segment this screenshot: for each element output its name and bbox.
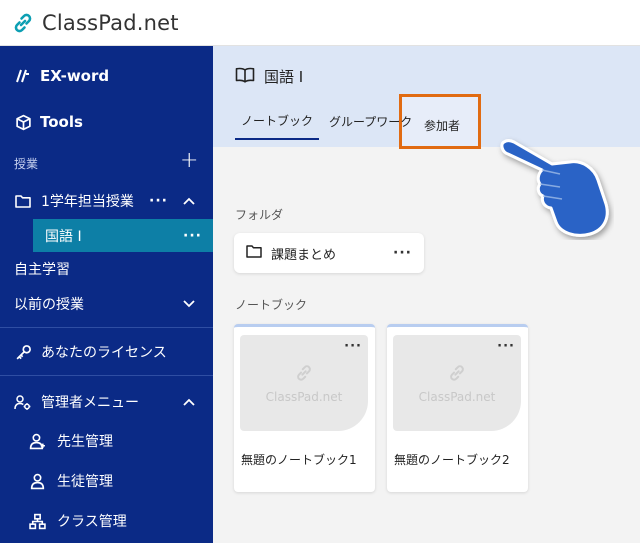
chevron-down-icon[interactable] xyxy=(183,296,195,312)
course-tabs: ノートブック グループワーク xyxy=(235,110,422,140)
class-structure-icon xyxy=(28,512,46,530)
sidebar-item-label: あなたのライセンス xyxy=(41,345,167,361)
course-group-more-button[interactable]: ··· xyxy=(149,193,168,209)
sidebar-item-label: Tools xyxy=(40,113,83,131)
app-logo-text: ClassPad.net xyxy=(42,10,179,35)
notebook-thumbnail: ··· ClassPad.net xyxy=(240,335,368,431)
sidebar-item-label: 生徒管理 xyxy=(57,474,113,490)
sidebar-item-label: EX-word xyxy=(40,67,110,85)
chevron-up-icon[interactable] xyxy=(183,193,195,209)
exword-icon xyxy=(14,67,32,85)
classes-section-header: 授業 + xyxy=(0,148,213,176)
sidebar-item-label: 1学年担当授業 xyxy=(41,194,134,210)
sidebar-divider xyxy=(0,327,213,328)
notebook-title: 無題のノートブック2 xyxy=(394,453,510,467)
notebook-more-button[interactable]: ··· xyxy=(497,339,515,354)
folder-card[interactable]: 課題まとめ ··· xyxy=(234,233,424,273)
course-more-button[interactable]: ··· xyxy=(183,228,202,244)
sidebar-item-past-classes[interactable]: 以前の授業 xyxy=(0,290,213,318)
sidebar-divider xyxy=(0,375,213,376)
sidebar-item-license[interactable]: あなたのライセンス xyxy=(0,338,213,366)
notebook-card[interactable]: ··· ClassPad.net 無題のノートブック1 xyxy=(234,324,375,492)
add-class-button[interactable]: + xyxy=(180,148,198,173)
course-title-text: 国語 I xyxy=(264,68,304,86)
sidebar-item-label: 自主学習 xyxy=(14,262,70,278)
notebook-thumbnail: ··· ClassPad.net xyxy=(393,335,521,431)
cube-icon xyxy=(14,113,32,131)
link-watermark-icon xyxy=(294,363,314,386)
sidebar-item-label: 以前の授業 xyxy=(14,297,84,313)
classes-section-label: 授業 xyxy=(14,156,39,171)
sidebar-item-exword[interactable]: EX-word xyxy=(0,62,213,90)
sidebar-item-student-management[interactable]: 生徒管理 xyxy=(0,467,213,495)
folder-more-button[interactable]: ··· xyxy=(393,245,412,261)
chevron-up-icon[interactable] xyxy=(183,394,195,410)
sidebar-item-kokugo[interactable]: 国語 I ··· xyxy=(33,219,213,252)
admin-user-gear-icon xyxy=(14,393,32,411)
course-title: 国語 I xyxy=(235,66,303,87)
teacher-user-icon xyxy=(28,432,46,450)
folder-name: 課題まとめ xyxy=(271,247,337,263)
book-icon xyxy=(235,67,255,87)
sidebar-item-label: クラス管理 xyxy=(57,514,127,530)
sidebar-item-class-management[interactable]: クラス管理 xyxy=(0,507,213,535)
sidebar-item-label: 先生管理 xyxy=(57,434,113,450)
notebook-title: 無題のノートブック1 xyxy=(241,453,357,467)
sidebar-item-course-group[interactable]: 1学年担当授業 ··· xyxy=(0,187,213,215)
sidebar-item-tools[interactable]: Tools xyxy=(0,108,213,136)
folder-icon xyxy=(246,244,262,262)
sidebar-item-teacher-management[interactable]: 先生管理 xyxy=(0,427,213,455)
sidebar-item-label: 国語 I xyxy=(45,228,82,245)
key-icon xyxy=(14,343,32,361)
pointing-hand-icon xyxy=(500,139,609,237)
sidebar-item-admin-menu[interactable]: 管理者メニュー xyxy=(0,388,213,416)
sidebar-item-label: 管理者メニュー xyxy=(41,395,139,411)
folder-icon xyxy=(14,192,32,210)
thumbnail-watermark-text: ClassPad.net xyxy=(265,389,343,404)
tab-participants[interactable]: 参加者 xyxy=(424,117,460,134)
classpad-logo-icon xyxy=(10,10,36,36)
notebooks-section-label: ノートブック xyxy=(235,298,308,312)
sidebar-item-self-study[interactable]: 自主学習 xyxy=(0,256,213,282)
link-watermark-icon xyxy=(447,363,467,386)
tab-notebook[interactable]: ノートブック xyxy=(235,112,320,140)
sidebar: EX-word Tools 授業 + 1学年担当授業 ··· 国語 I ··· … xyxy=(0,46,213,543)
tab-group-work[interactable]: グループワーク xyxy=(323,113,418,140)
student-user-icon xyxy=(28,472,46,490)
notebook-more-button[interactable]: ··· xyxy=(344,339,362,354)
thumbnail-watermark-text: ClassPad.net xyxy=(418,389,496,404)
folders-section-label: フォルダ xyxy=(235,208,284,222)
top-header: ClassPad.net xyxy=(0,0,640,46)
notebook-card[interactable]: ··· ClassPad.net 無題のノートブック2 xyxy=(387,324,528,492)
main-content: 国語 I 参加者 ノートブック グループワーク フォルダ 課題まとめ ··· ノ… xyxy=(213,46,640,543)
